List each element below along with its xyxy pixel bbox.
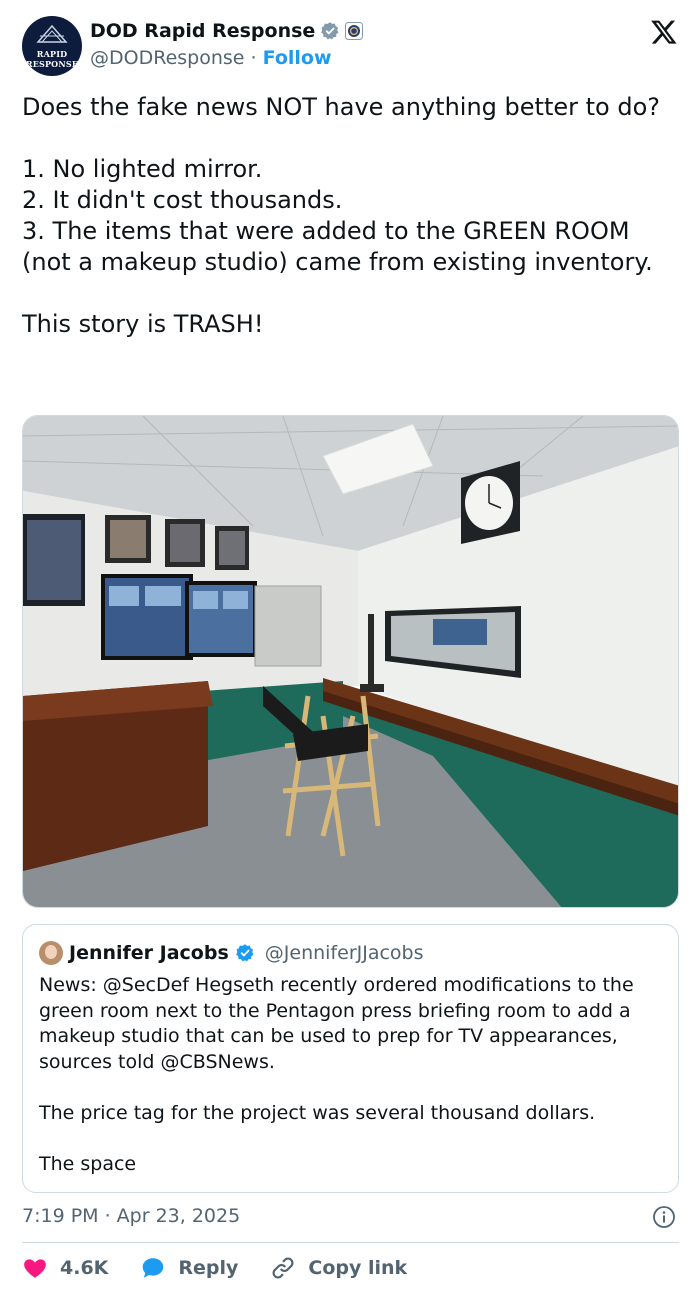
tweet-photo[interactable]	[22, 415, 679, 908]
quoted-author-avatar	[39, 941, 63, 965]
author-handle[interactable]: @DODResponse	[90, 47, 244, 69]
link-icon	[272, 1257, 294, 1279]
tweet-text: Does the fake news NOT have anything bet…	[22, 93, 661, 338]
copy-link-button[interactable]: Copy link	[270, 1255, 407, 1281]
author-display-name[interactable]: DOD Rapid Response	[90, 20, 315, 42]
verified-badge-icon	[321, 22, 339, 40]
follow-button[interactable]: Follow	[263, 47, 332, 69]
tweet-timestamp[interactable]: 7:19 PM · Apr 23, 2025	[22, 1205, 240, 1227]
like-button[interactable]: 4.6K	[22, 1255, 108, 1281]
pentagon-seal-icon	[36, 24, 68, 43]
green-room-photo	[23, 416, 678, 907]
quoted-author-handle: @JenniferJJacobs	[264, 942, 424, 964]
reply-bubble-icon	[143, 1258, 164, 1278]
avatar-text-line1: RAPID	[36, 49, 68, 59]
divider	[22, 1242, 679, 1243]
reply-label: Reply	[178, 1257, 239, 1279]
quoted-tweet-text: News: @SecDef Hegseth recently ordered m…	[39, 974, 634, 1175]
quoted-author-name: Jennifer Jacobs	[69, 942, 229, 964]
author-handle-row: @DODResponse · Follow	[90, 47, 332, 69]
quoted-tweet-header: Jennifer Jacobs @JenniferJJacobs	[39, 941, 424, 965]
author-avatar[interactable]: RAPID RESPONSE	[22, 16, 82, 76]
author-name-row: DOD Rapid Response	[90, 20, 364, 42]
government-affiliate-icon[interactable]	[345, 22, 364, 40]
info-icon[interactable]	[652, 1205, 676, 1229]
heart-icon	[24, 1259, 46, 1278]
copy-link-label: Copy link	[308, 1257, 408, 1279]
quoted-tweet[interactable]: Jennifer Jacobs @JenniferJJacobs News: @…	[22, 924, 679, 1193]
tweet-header: RAPID RESPONSE DOD Rapid Response @DODRe…	[22, 16, 680, 76]
avatar-text-line2: RESPONSE	[25, 59, 79, 69]
action-bar: 4.6K Reply Copy link	[22, 1254, 439, 1282]
quoted-verified-icon	[235, 944, 254, 962]
like-count: 4.6K	[60, 1257, 109, 1279]
handle-separator: ·	[250, 47, 257, 69]
reply-button[interactable]: Reply	[140, 1255, 238, 1281]
x-logo-icon[interactable]	[650, 18, 678, 46]
